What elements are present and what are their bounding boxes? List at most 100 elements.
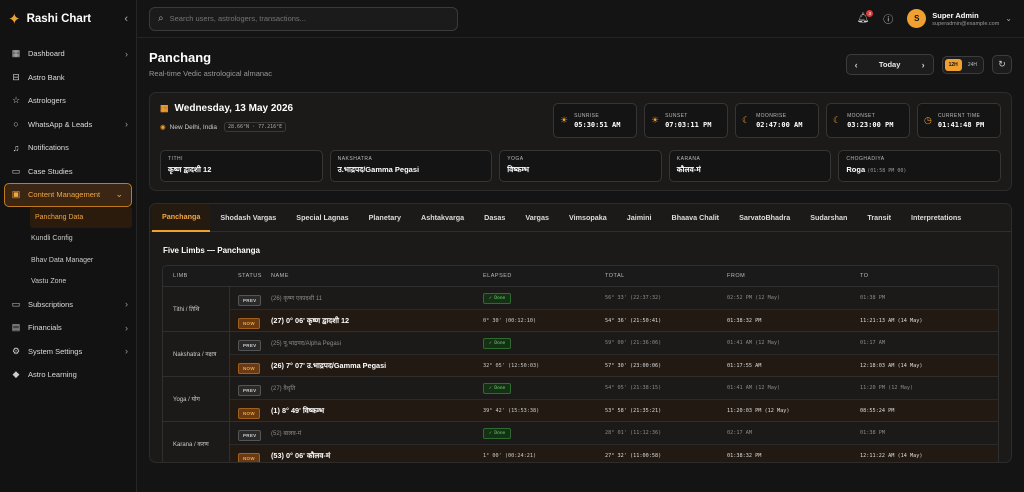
chevron-right-icon: › — [125, 119, 128, 130]
limb-value: कृष्ण द्वादशी 12 — [168, 165, 212, 174]
status-badge: PREV — [238, 385, 262, 396]
sidebar-item-subscriptions[interactable]: ▭ Subscriptions › — [0, 293, 136, 317]
tab-sudarshan[interactable]: Sudarshan — [800, 204, 857, 232]
graduation-cap-icon: ◆ — [12, 369, 20, 380]
star-icon: ☆ — [11, 95, 21, 106]
date-label: Wednesday, 13 May 2026 — [174, 103, 294, 114]
tab-planetary[interactable]: Planetary — [359, 204, 411, 232]
yoga-box: YOGA विष्कम्भ — [499, 150, 662, 182]
done-badge: ✓ Done — [483, 382, 512, 394]
page-title: Panchang — [149, 50, 212, 65]
sidebar-subitem-vastu-zone[interactable]: Vastu Zone — [0, 271, 136, 293]
coordinates-badge: 28.66°N · 77.216°E — [224, 122, 287, 132]
sidebar-item-content-management[interactable]: ▣ Content Management ⌄ — [4, 183, 132, 207]
status-badge: NOW — [238, 362, 260, 374]
done-badge: ✓ Done — [483, 337, 512, 349]
clock-icon: ◷ — [924, 115, 932, 125]
toggle-24h[interactable]: 24H — [964, 59, 981, 71]
moonset-icon: ☾ — [833, 115, 842, 125]
total-cell: 53° 58' (21:35:21) — [605, 407, 662, 414]
notifications-bell-icon[interactable]: 🔔︎ 3 — [857, 10, 874, 24]
prev-day-button[interactable]: ‹ — [855, 60, 858, 70]
limb-name: Tithi / तिथि — [163, 287, 230, 331]
tab-special-lagnas[interactable]: Special Lagnas — [286, 204, 358, 232]
time-label: CURRENT TIME — [937, 112, 981, 119]
today-button[interactable]: Today — [879, 60, 901, 69]
search-input[interactable] — [169, 14, 430, 23]
main-area: ⌕ 🔔︎3 ⓘ S Super Admin superadmin@example… — [137, 0, 1024, 492]
to-cell: 01:17 AM — [860, 340, 885, 346]
user-name: Super Admin — [932, 10, 979, 20]
name-cell: (25) पू.भाद्रपद/Alpha Pegasi — [271, 341, 341, 347]
sidebar-item-astro-learning[interactable]: ◆ Astro Learning — [0, 363, 136, 387]
elapsed-cell: ✓ Done — [483, 337, 605, 349]
from-cell: 01:41 AM (12 May) — [727, 385, 781, 391]
sidebar-item-system-settings[interactable]: ⚙ System Settings › — [0, 340, 136, 364]
time-value: 03:23:00 PM — [847, 120, 894, 129]
limb-value: उ.भाद्रपद/Gamma Pegasi — [337, 165, 420, 174]
table-row: PREV (25) पू.भाद्रपद/Alpha Pegasi ✓ Done 59… — [230, 332, 998, 354]
sidebar-item-label: Content Management — [28, 190, 101, 200]
status-badge: PREV — [238, 295, 262, 306]
help-icon[interactable]: ⓘ — [883, 11, 893, 26]
from-cell: 01:17:55 AM — [727, 362, 762, 369]
location-name: New Delhi, India — [169, 123, 217, 131]
sidebar-item-astrologers[interactable]: ☆ Astrologers — [0, 89, 136, 113]
to-cell: 11:20 PM (12 May) — [860, 385, 914, 391]
limb-group: Nakshatra / नक्षत्र PREV (25) पू.भाद्रपद/A… — [163, 332, 998, 377]
time-label: MOONRISE — [756, 112, 787, 119]
tab-interpretations[interactable]: Interpretations — [901, 204, 971, 232]
tab-transit[interactable]: Transit — [857, 204, 901, 232]
page-header: Panchang Real-time Vedic astrological al… — [149, 50, 1012, 78]
tab-panchanga[interactable]: Panchanga — [152, 204, 211, 232]
sidebar-item-whatsapp-leads[interactable]: ○ WhatsApp & Leads › — [0, 113, 136, 137]
limb-value-row: Roga (01:58 PM 00) — [846, 165, 993, 174]
tab-bhaava-chalit[interactable]: Bhaava Chalit — [662, 204, 730, 232]
sidebar-item-label: Notifications — [28, 143, 69, 153]
table-row: NOW (53) 0° 06' कौलव-मं 1° 00' (00:24:21) 2… — [230, 444, 998, 462]
to-cell: 01:38 PM — [860, 295, 885, 301]
chevron-right-icon: › — [125, 322, 128, 333]
limb-group: Tithi / तिथि PREV (26) कृष्ण एकादशी 11 ✓ Do… — [163, 287, 998, 332]
total-cell: 28° 01' (11:12:36) — [605, 430, 662, 436]
limb-label: KARANA — [676, 156, 701, 162]
column-header: LIMB — [173, 273, 188, 279]
tab-vimsopaka[interactable]: Vimsopaka — [559, 204, 617, 232]
notification-count-badge: 3 — [866, 10, 874, 17]
next-day-button[interactable]: › — [922, 60, 925, 70]
sidebar-subitem-kundli-config[interactable]: Kundli Config — [0, 228, 136, 250]
five-limbs-table: LIMB STATUS NAME ELAPSED TOTAL FROM TO T… — [162, 265, 999, 462]
sidebar-item-notifications[interactable]: ♫ Notifications — [0, 136, 136, 160]
tab-vargas[interactable]: Vargas — [515, 204, 559, 232]
sidebar-item-dashboard[interactable]: ▦ Dashboard › — [0, 42, 136, 66]
current-date: ▦ Wednesday, 13 May 2026 — [160, 103, 293, 114]
book-icon: ▭ — [11, 165, 21, 176]
tab-shodash-vargas[interactable]: Shodash Vargas — [210, 204, 286, 232]
time-value: 01:41:48 PM — [937, 120, 985, 129]
moonrise-icon: ☾ — [742, 115, 751, 125]
tab-sarvatobhadra[interactable]: SarvatoBhadra — [729, 204, 800, 232]
avatar: S — [907, 9, 927, 28]
refresh-button[interactable]: ↻ — [992, 55, 1012, 74]
time-label: SUNSET — [665, 112, 688, 119]
tab-dasas[interactable]: Dasas — [474, 204, 515, 232]
sidebar-subitem-panchang-data[interactable]: Panchang Data — [30, 206, 132, 228]
collapse-sidebar-icon[interactable]: ‹ — [124, 13, 128, 25]
name-cell: (1) 8° 49' विष्कम्भ — [271, 405, 325, 415]
name-cell: (27) 0° 06' कृष्ण द्वादशी 12 — [271, 315, 350, 325]
tab-ashtakvarga[interactable]: Ashtakvarga — [411, 204, 474, 232]
chevron-down-icon: ⌄ — [1005, 14, 1012, 23]
tithi-box: TITHI कृष्ण द्वादशी 12 — [160, 150, 323, 182]
status-cell: NOW — [230, 402, 271, 420]
sidebar-item-financials[interactable]: ▤ Financials › — [0, 316, 136, 340]
sidebar-item-label: Astrologers — [28, 96, 66, 106]
toggle-12h[interactable]: 12H — [944, 58, 962, 71]
tab-jaimini[interactable]: Jaimini — [617, 204, 662, 232]
time-format-toggle: 12H 24H — [941, 55, 984, 74]
sidebar-item-case-studies[interactable]: ▭ Case Studies — [0, 160, 136, 184]
sidebar-subitem-bhav-data-manager[interactable]: Bhav Data Manager — [0, 250, 136, 272]
user-menu[interactable]: S Super Admin superadmin@example.com ⌄ — [907, 9, 1012, 28]
search-box[interactable]: ⌕ — [149, 6, 458, 31]
sidebar-item-astro-bank[interactable]: ⊟ Astro Bank — [0, 66, 136, 90]
name-cell: (53) 0° 06' कौलव-मं — [271, 450, 331, 460]
